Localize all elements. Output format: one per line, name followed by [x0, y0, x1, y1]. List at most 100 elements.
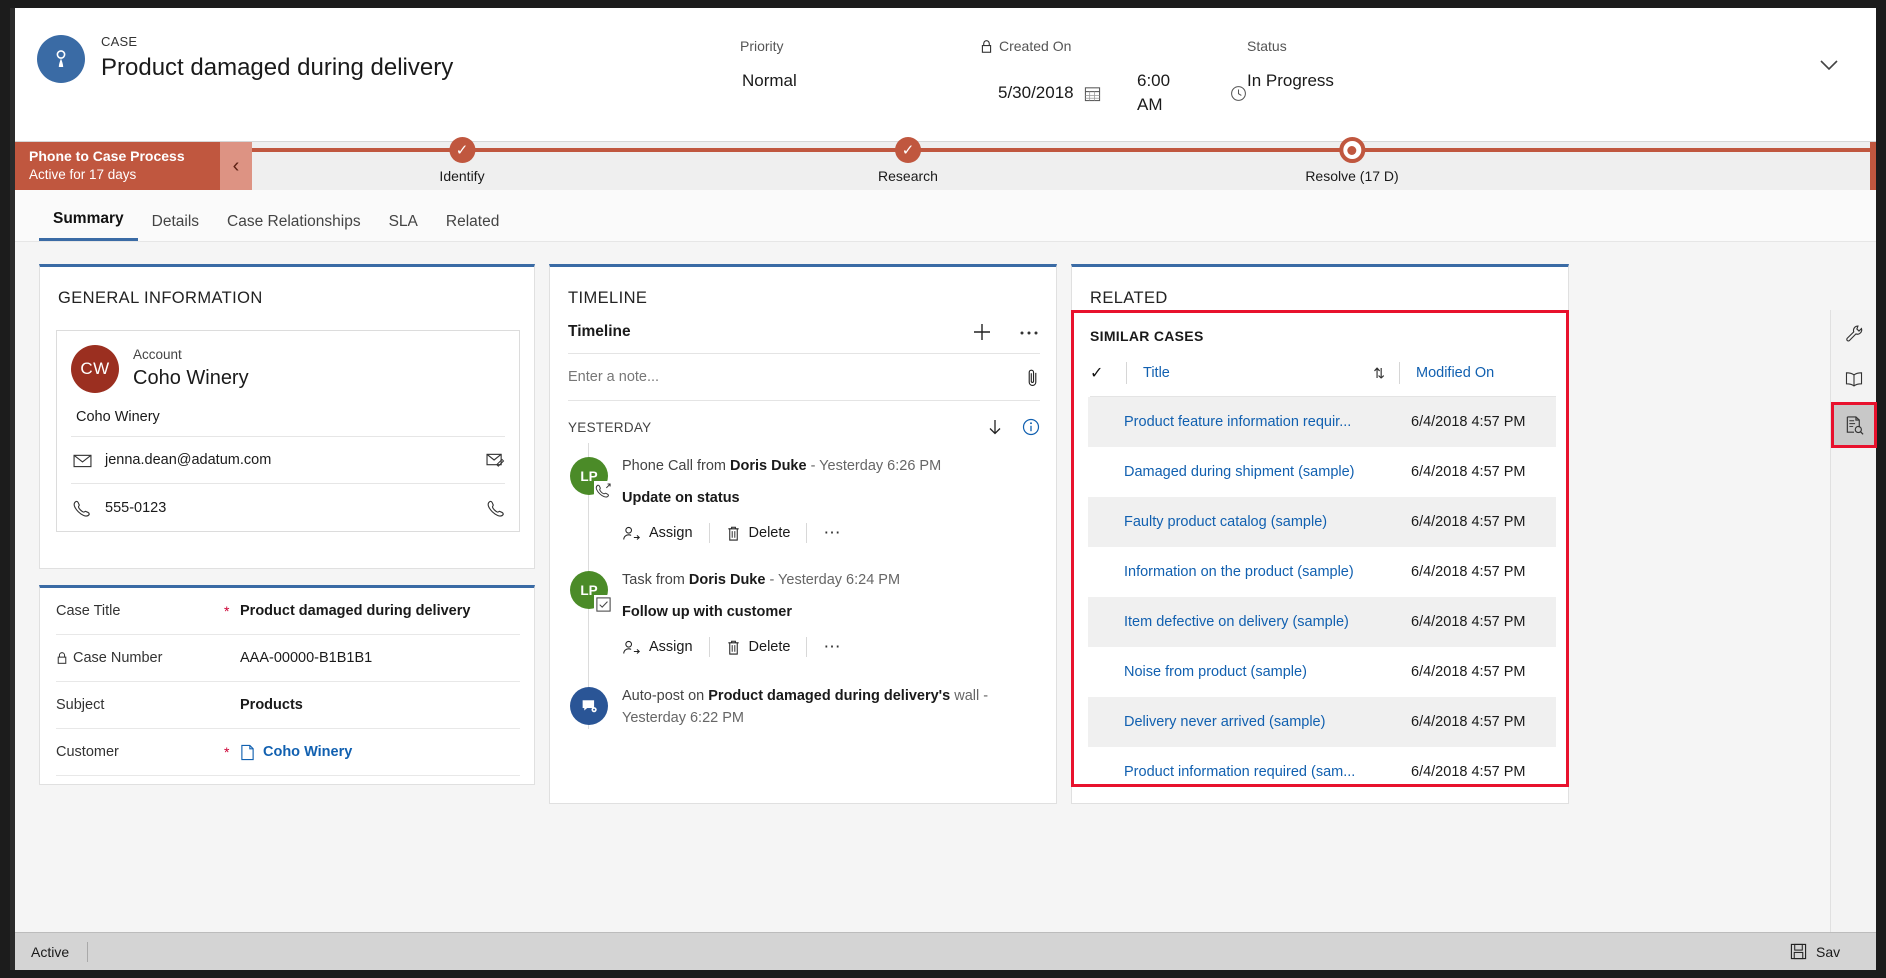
field-customer-value[interactable]: Coho Winery: [240, 744, 520, 761]
book-icon[interactable]: [1831, 356, 1877, 402]
timeline-day-group: YESTERDAY: [568, 417, 1040, 437]
tab-summary[interactable]: Summary: [39, 208, 138, 241]
divider: [709, 637, 710, 657]
table-row[interactable]: Faulty product catalog (sample) 6/4/2018…: [1088, 497, 1556, 547]
table-row[interactable]: Information on the product (sample) 6/4/…: [1088, 547, 1556, 597]
general-information-card: GENERAL INFORMATION CW Account Coho Wine…: [39, 264, 535, 569]
tab-related[interactable]: Related: [432, 211, 513, 241]
assign-button[interactable]: Assign: [622, 525, 709, 542]
delete-button-label: Delete: [749, 639, 791, 655]
field-subject[interactable]: Subject Products: [56, 682, 520, 729]
divider: [87, 942, 88, 962]
chevron-down-icon[interactable]: [1816, 52, 1842, 78]
wrench-icon[interactable]: [1831, 310, 1877, 356]
case-title-link[interactable]: Product feature information requir...: [1124, 414, 1411, 430]
table-row[interactable]: Product feature information requir... 6/…: [1088, 397, 1556, 447]
similar-cases-icon[interactable]: [1831, 402, 1877, 448]
process-stage-label: Resolve (17 D): [1305, 168, 1398, 184]
save-button[interactable]: Sav: [1790, 943, 1876, 960]
page-title: Product damaged during delivery: [101, 52, 453, 84]
assign-user-icon: [622, 525, 641, 542]
stage-complete-icon: ✓: [895, 137, 921, 163]
assign-button[interactable]: Assign: [622, 639, 709, 656]
header-field-priority[interactable]: Priority Normal: [715, 36, 980, 117]
header-field-priority-label: Priority: [740, 36, 784, 56]
info-icon[interactable]: [1022, 418, 1040, 436]
delete-button[interactable]: Delete: [726, 525, 807, 542]
case-modified-on: 6/4/2018 4:57 PM: [1411, 464, 1556, 480]
record-state: Active: [15, 944, 69, 960]
timeline-entry-prefix: Auto-post on: [622, 688, 708, 704]
divider: [806, 637, 807, 657]
tab-details[interactable]: Details: [138, 211, 213, 241]
paperclip-icon[interactable]: [1025, 367, 1040, 388]
outgoing-call-icon: [594, 481, 612, 499]
case-title-link[interactable]: Faulty product catalog (sample): [1124, 514, 1411, 530]
process-line-end: [1870, 142, 1876, 190]
case-title-link[interactable]: Item defective on delivery (sample): [1124, 614, 1411, 630]
ellipsis-icon[interactable]: [1018, 322, 1040, 342]
quick-view-entity-name: Coho Winery: [133, 364, 249, 392]
compose-email-icon[interactable]: [486, 452, 505, 468]
avatar: CW: [71, 345, 119, 393]
case-title-link[interactable]: Noise from product (sample): [1124, 664, 1411, 680]
field-customer-link-text: Coho Winery: [263, 744, 352, 760]
timeline-entry-actor: Product damaged during delivery's: [708, 688, 950, 704]
field-case-number-value: AAA-00000-B1B1B1: [240, 650, 520, 666]
column-header-modified-on[interactable]: Modified On: [1416, 365, 1556, 381]
timeline-entry[interactable]: Auto-post on Product damaged during deli…: [550, 657, 1056, 729]
similar-cases-header-row: ✓ Title ⇅ Modified On: [1090, 362, 1556, 397]
process-stage-identify[interactable]: ✓ Identify: [439, 142, 484, 184]
quick-view-phone-row[interactable]: 555-0123: [71, 484, 505, 531]
business-process-flow: Phone to Case Process Active for 17 days…: [15, 142, 1876, 190]
case-title-link[interactable]: Damaged during shipment (sample): [1124, 464, 1411, 480]
table-row[interactable]: Noise from product (sample) 6/4/2018 4:5…: [1088, 647, 1556, 697]
form-body: GENERAL INFORMATION CW Account Coho Wine…: [15, 242, 1876, 932]
note-input[interactable]: Enter a note...: [568, 369, 1025, 385]
call-phone-icon[interactable]: [487, 499, 505, 517]
table-row[interactable]: Item defective on delivery (sample) 6/4/…: [1088, 597, 1556, 647]
field-customer[interactable]: Customer * Coho Winery: [56, 729, 520, 776]
required-marker: *: [224, 603, 240, 619]
chevron-left-icon[interactable]: ‹: [220, 142, 252, 190]
timeline-entry-header: Auto-post on Product damaged during deli…: [622, 685, 1040, 729]
process-stage-research[interactable]: ✓ Research: [878, 142, 938, 184]
field-customer-label: Customer: [56, 744, 119, 760]
column-header-title[interactable]: Title: [1143, 365, 1373, 381]
case-title-link[interactable]: Information on the product (sample): [1124, 564, 1411, 580]
delete-button[interactable]: Delete: [726, 639, 807, 656]
timeline-day-label: YESTERDAY: [568, 420, 986, 435]
quick-view-email-row[interactable]: jenna.dean@adatum.com: [71, 437, 505, 484]
field-case-title[interactable]: Case Title * Product damaged during deli…: [56, 588, 520, 635]
required-marker: *: [224, 744, 240, 760]
timeline-entry-time: - Yesterday 6:24 PM: [765, 572, 900, 588]
record-identity: CASE Product damaged during delivery: [37, 34, 453, 84]
account-record-icon: [240, 744, 255, 761]
status-badge: In Progress: [1247, 69, 1334, 93]
lock-icon: [980, 39, 993, 54]
assign-button-label: Assign: [649, 639, 693, 655]
table-row[interactable]: Delivery never arrived (sample) 6/4/2018…: [1088, 697, 1556, 747]
timeline-note-input-row[interactable]: Enter a note...: [568, 354, 1040, 401]
timeline-entry[interactable]: LP Phone Call from Doris Duke - Yesterda…: [550, 443, 1056, 543]
process-name-block[interactable]: Phone to Case Process Active for 17 days: [15, 142, 220, 190]
ellipsis-icon[interactable]: ⋯: [823, 637, 841, 657]
arrow-down-icon[interactable]: [986, 417, 1004, 437]
table-row[interactable]: Product information required (sam... 6/4…: [1088, 747, 1556, 797]
auto-post-icon: [581, 697, 599, 715]
record-type-label: CASE: [101, 34, 453, 50]
header-field-status[interactable]: Status In Progress: [1247, 36, 1497, 117]
checkmark-icon[interactable]: ✓: [1090, 363, 1126, 383]
process-stage-resolve[interactable]: Resolve (17 D): [1305, 142, 1398, 184]
sort-updown-icon[interactable]: ⇅: [1373, 365, 1385, 382]
case-title-link[interactable]: Product information required (sam...: [1124, 764, 1411, 780]
tab-case-relationships[interactable]: Case Relationships: [213, 211, 375, 241]
timeline-entry-header: Task from Doris Duke - Yesterday 6:24 PM: [622, 569, 1040, 591]
ellipsis-icon[interactable]: ⋯: [823, 523, 841, 543]
timeline-entry[interactable]: LP Task from Doris Duke - Yesterday 6:24…: [550, 543, 1056, 657]
tab-sla[interactable]: SLA: [375, 211, 432, 241]
plus-icon[interactable]: [972, 322, 992, 342]
table-row[interactable]: Damaged during shipment (sample) 6/4/201…: [1088, 447, 1556, 497]
header-field-created-on[interactable]: Created On 5/30/2018 6:00 AM: [980, 36, 1247, 117]
case-title-link[interactable]: Delivery never arrived (sample): [1124, 714, 1411, 730]
